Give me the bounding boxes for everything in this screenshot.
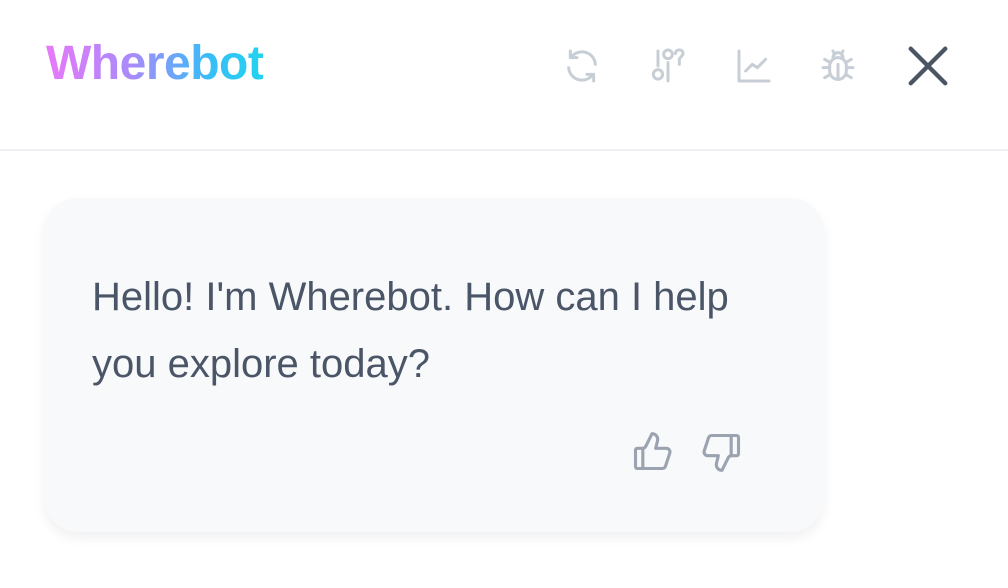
assistant-message-text: Hello! I'm Wherebot. How can I help you … (92, 275, 729, 386)
close-button[interactable] (898, 36, 958, 96)
thumbs-down-icon (700, 430, 744, 479)
thumbs-down-button[interactable] (698, 430, 746, 478)
refresh-button[interactable] (552, 36, 612, 96)
sliders-icon (648, 46, 688, 86)
thumbs-up-button[interactable] (628, 430, 676, 478)
chat-header: Wherebot (0, 0, 1008, 151)
bug-icon (818, 46, 858, 86)
app-title: Wherebot (46, 34, 264, 94)
analytics-button[interactable] (724, 36, 784, 96)
line-chart-icon (734, 46, 774, 86)
settings-button[interactable] (638, 36, 698, 96)
debug-button[interactable] (808, 36, 868, 96)
thumbs-up-icon (630, 430, 674, 479)
refresh-icon (562, 46, 602, 86)
close-icon (905, 43, 951, 89)
assistant-message-bubble: Hello! I'm Wherebot. How can I help you … (44, 198, 824, 532)
